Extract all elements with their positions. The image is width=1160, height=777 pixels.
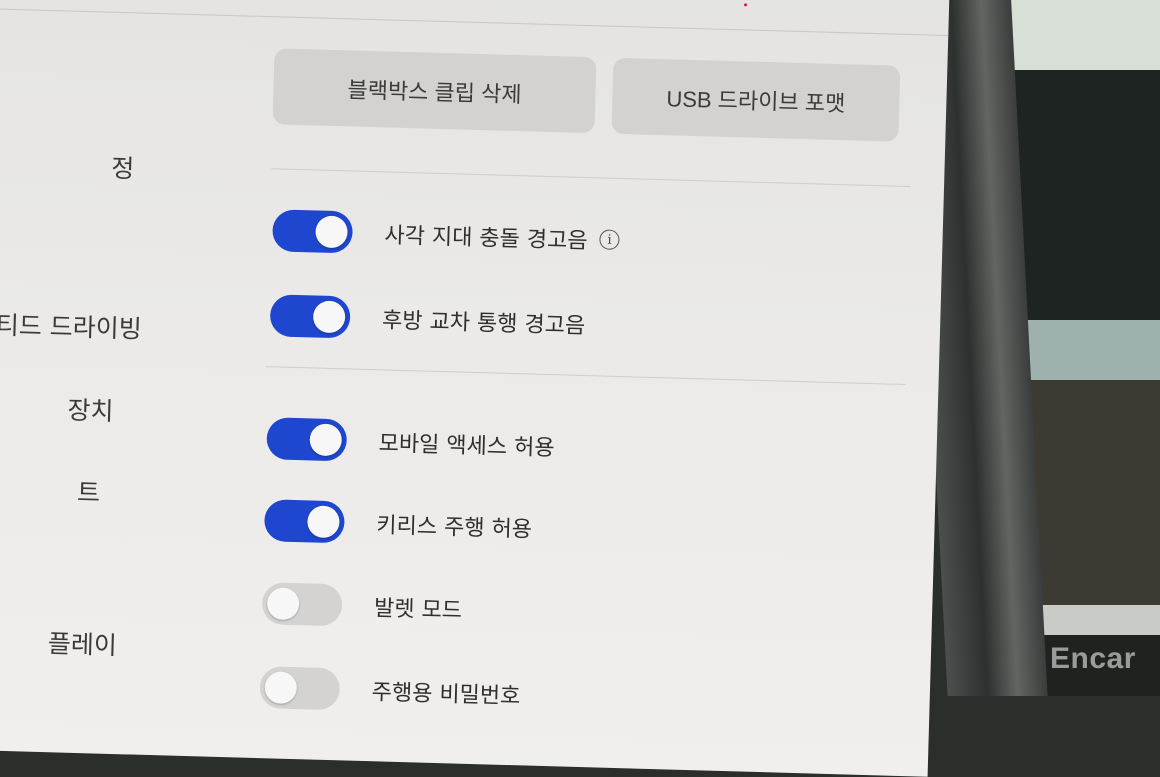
settings-screen: 정 티드 드라이빙 장치 트 플레이 블랙박스 클립 삭제 USB 드라이브 포… bbox=[0, 0, 950, 777]
toggle-knob bbox=[264, 671, 298, 705]
toggle-row-blind-spot-chime: 사각 지대 충돌 경고음 i bbox=[271, 208, 620, 262]
toggle-row-pin-to-drive: 주행용 비밀번호 bbox=[259, 665, 521, 716]
pin-to-drive-label: 주행용 비밀번호 bbox=[371, 680, 521, 710]
info-icon[interactable]: i bbox=[599, 229, 620, 250]
toggle-knob bbox=[309, 423, 343, 457]
toggle-row-rear-cross-traffic-chime: 후방 교차 통행 경고음 bbox=[269, 293, 586, 346]
sidebar-item-item4[interactable]: 트 bbox=[0, 465, 101, 509]
toggle-row-keyless-driving: 키리스 주행 허용 bbox=[263, 498, 533, 549]
toggle-knob bbox=[315, 215, 348, 249]
toggle-row-mobile-access: 모바일 액세스 허용 bbox=[266, 416, 555, 468]
blind-spot-chime-label: 사각 지대 충돌 경고음 bbox=[384, 223, 588, 255]
rear-cross-traffic-chime-label: 후방 교차 통행 경고음 bbox=[381, 308, 586, 340]
watermark-logo: Encar bbox=[1050, 642, 1136, 675]
rear-cross-traffic-chime-toggle[interactable] bbox=[269, 294, 351, 339]
status-dot bbox=[744, 3, 748, 7]
blind-spot-chime-toggle[interactable] bbox=[271, 209, 354, 254]
format-usb-drive-button[interactable]: USB 드라이브 포맷 bbox=[611, 57, 901, 142]
sidebar-item-display[interactable]: 플레이 bbox=[0, 618, 118, 662]
valet-mode-toggle[interactable] bbox=[261, 582, 343, 627]
pin-to-drive-toggle[interactable] bbox=[259, 666, 341, 711]
toggle-knob bbox=[307, 505, 340, 539]
keyless-driving-label: 키리스 주행 허용 bbox=[376, 513, 533, 543]
mobile-access-label: 모바일 액세스 허용 bbox=[378, 431, 555, 462]
toggle-knob bbox=[312, 300, 346, 334]
section-divider bbox=[265, 366, 906, 386]
toggle-knob bbox=[266, 587, 300, 621]
mobile-access-toggle[interactable] bbox=[266, 417, 348, 462]
toggle-row-valet-mode: 발렛 모드 bbox=[261, 581, 463, 631]
sidebar-item-device[interactable]: 장치 bbox=[0, 384, 114, 428]
sidebar-item-settings[interactable]: 정 bbox=[0, 141, 135, 185]
section-divider bbox=[271, 168, 912, 188]
sidebar-item-assisted-driving[interactable]: 티드 드라이빙 bbox=[0, 301, 142, 345]
valet-mode-label: 발렛 모드 bbox=[373, 596, 463, 624]
delete-dashcam-clips-button[interactable]: 블랙박스 클립 삭제 bbox=[272, 48, 597, 134]
keyless-driving-toggle[interactable] bbox=[263, 499, 346, 544]
settings-sidebar: 정 티드 드라이빙 장치 트 플레이 bbox=[0, 0, 250, 757]
